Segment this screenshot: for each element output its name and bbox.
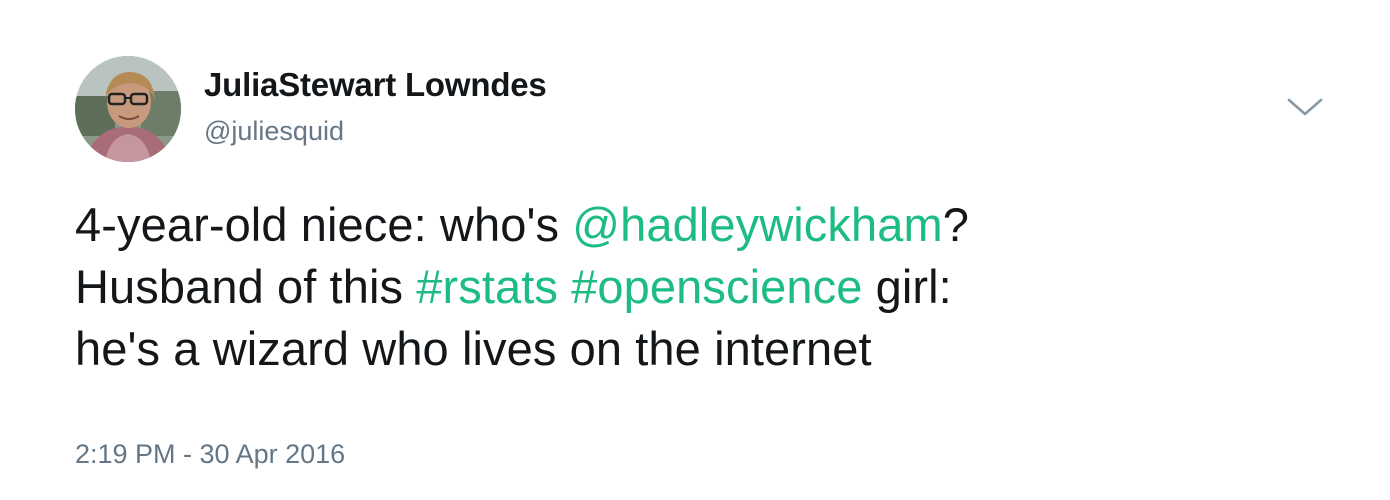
tweet-text: 4-year-old niece: who's @hadleywickham? … <box>75 194 1335 380</box>
tweet-text-segment: 4-year-old niece: who's <box>75 198 573 251</box>
tweet-text-segment: ? <box>942 198 969 251</box>
tweet-text-segment <box>558 260 571 313</box>
tweet-text-segment: Husband of this <box>75 260 417 313</box>
hashtag-link-openscience[interactable]: #openscience <box>571 260 862 313</box>
tweet-timestamp[interactable]: 2:19 PM - 30 Apr 2016 <box>75 439 345 470</box>
user-handle[interactable]: @juliesquid <box>204 116 344 147</box>
avatar[interactable] <box>75 56 181 162</box>
tweet-card: JuliaStewart Lowndes @juliesquid 4-year-… <box>0 0 1390 500</box>
display-name[interactable]: JuliaStewart Lowndes <box>204 66 547 104</box>
hashtag-link-rstats[interactable]: #rstats <box>416 260 558 313</box>
avatar-photo <box>75 56 181 162</box>
tweet-text-segment: girl: <box>862 260 952 313</box>
chevron-down-icon <box>1287 98 1323 116</box>
tweet-menu-button[interactable] <box>1285 92 1325 122</box>
tweet-text-segment: he's a wizard who lives on the internet <box>75 322 872 375</box>
mention-link[interactable]: @hadleywickham <box>572 198 942 251</box>
